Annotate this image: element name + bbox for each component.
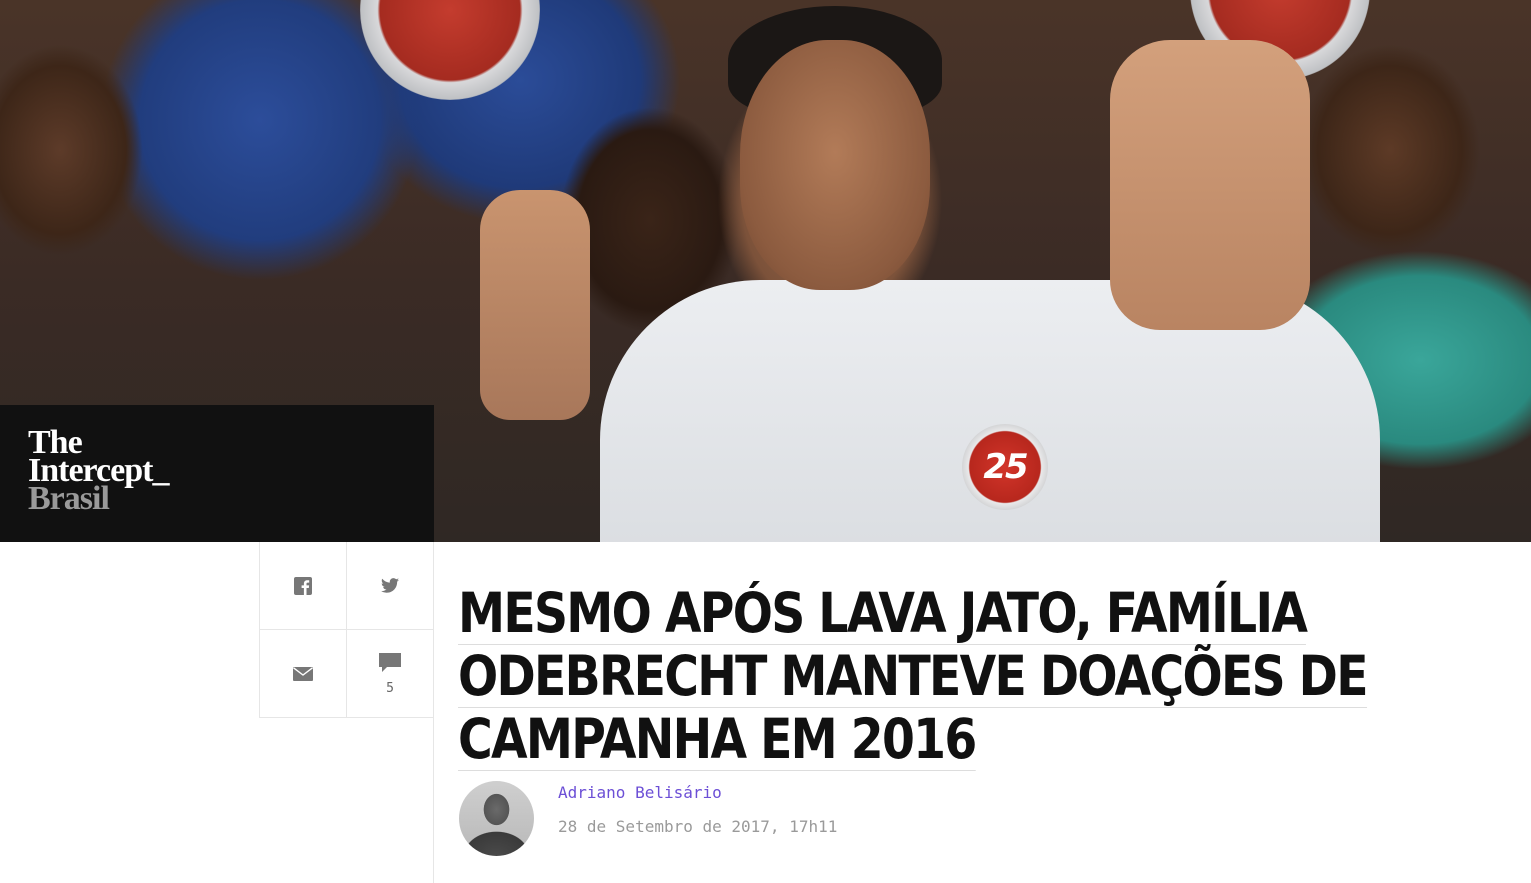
logo-line-brasil: Brasil bbox=[28, 480, 110, 517]
comment-count: 5 bbox=[386, 680, 394, 696]
campaign-pin: 25 bbox=[962, 424, 1048, 510]
share-email-button[interactable] bbox=[260, 630, 347, 718]
author-link[interactable]: Adriano Belisário bbox=[558, 783, 722, 802]
article-headline: MESMO APÓS LAVA JATO, FAMÍLIA ODEBRECHT … bbox=[458, 582, 1458, 771]
peace-sign-hand bbox=[480, 190, 590, 420]
twitter-icon bbox=[381, 578, 399, 593]
site-logo[interactable]: The Intercept_ Brasil bbox=[0, 405, 434, 542]
headline-line: ODEBRECHT MANTEVE DOAÇÕES DE bbox=[458, 644, 1369, 708]
article-page: 25 The Intercept_ Brasil 5 MESMO APÓS LA… bbox=[0, 0, 1531, 883]
share-twitter-button[interactable] bbox=[347, 542, 434, 630]
facebook-icon bbox=[294, 576, 312, 595]
headline-line: CAMPANHA EM 2016 bbox=[458, 707, 977, 771]
content-divider bbox=[433, 542, 434, 883]
share-facebook-button[interactable] bbox=[260, 542, 347, 630]
share-buttons: 5 bbox=[259, 542, 434, 718]
author-avatar[interactable] bbox=[459, 781, 534, 856]
waving-hand bbox=[1110, 40, 1310, 330]
email-icon bbox=[293, 667, 313, 681]
campaign-pin-number: 25 bbox=[983, 447, 1028, 487]
publish-date: 28 de Setembro de 2017, 17h11 bbox=[558, 817, 838, 836]
campaign-sign-left bbox=[360, 0, 540, 100]
candidate-face bbox=[740, 40, 930, 290]
comments-button[interactable]: 5 bbox=[347, 630, 434, 718]
headline-line: MESMO APÓS LAVA JATO, FAMÍLIA bbox=[458, 581, 1308, 645]
comment-icon bbox=[379, 652, 401, 672]
